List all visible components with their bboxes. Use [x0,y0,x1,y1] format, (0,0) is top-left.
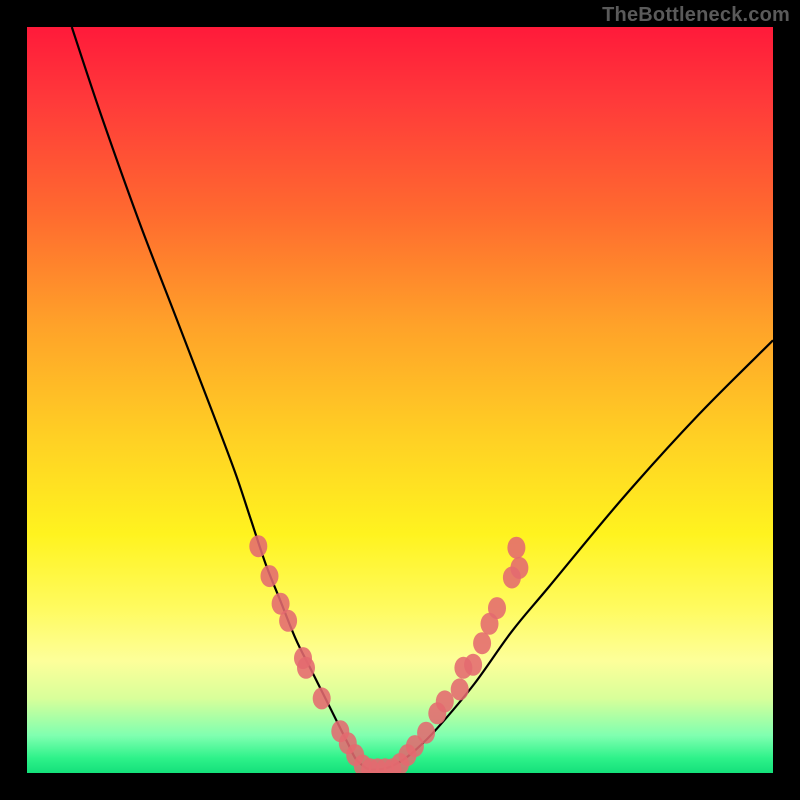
curve-path [72,27,773,770]
data-marker [473,632,491,654]
data-marker [297,657,315,679]
data-marker [507,537,525,559]
data-marker [451,678,469,700]
plot-area [27,27,773,773]
data-marker [249,535,267,557]
chart-frame: TheBottleneck.com [0,0,800,800]
bottleneck-curve [72,27,773,770]
watermark-text: TheBottleneck.com [602,4,790,27]
data-marker [417,722,435,744]
data-marker [488,597,506,619]
data-marker [436,690,454,712]
data-marker [464,654,482,676]
chart-svg [27,27,773,773]
data-marker [313,687,331,709]
data-markers [249,535,528,773]
data-marker [261,565,279,587]
data-marker [279,610,297,632]
data-marker [510,557,528,579]
